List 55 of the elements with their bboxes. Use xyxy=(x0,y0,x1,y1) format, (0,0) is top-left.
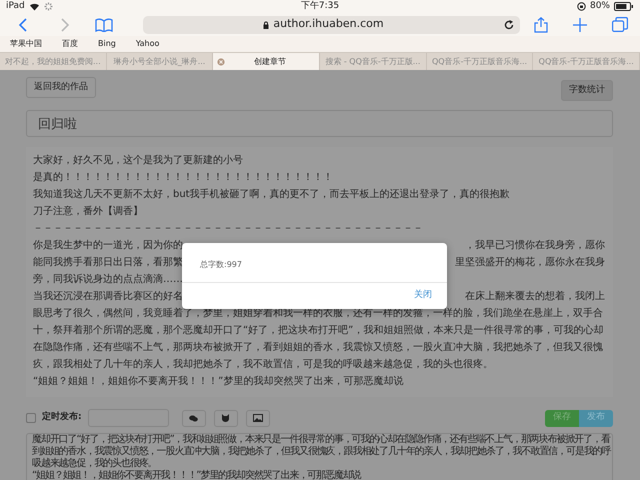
word-count-button[interactable]: 字数统计 xyxy=(561,80,613,101)
text-line: 在隐隐作痛，还有些喘不上气，那两块布被掀开了，看到姐姐的香水，我震惊又愤怒，一股火直冲大脑，我把她杀了，但我又很愧 xyxy=(33,340,604,355)
book-icon[interactable] xyxy=(95,18,113,32)
spinner-icon xyxy=(44,2,53,11)
text-line: “姐姐？姐姐！，姐姐你不要离开我！！！”梦里的我却突然哭了出来，可那恶魔却说 xyxy=(33,374,404,389)
text-line: －－－－－－－－－－－－－－－－－－－－－－－－－－－－－－－－－－－－－－－ xyxy=(33,222,424,236)
wifi-icon xyxy=(28,2,40,11)
text-line: 你是我生梦中的一道光，因为你的 xyxy=(33,238,183,253)
browser-tab[interactable]: 创建章节 xyxy=(213,53,320,70)
browser-tab[interactable]: QQ音乐-千万正版音乐海... xyxy=(533,53,640,70)
text-line: 里坚强盛开的梅花，愿你永在我身 xyxy=(455,256,605,270)
text-line: 刀子注意，番外【调香】 xyxy=(33,204,144,219)
text-line: 旁，同我诉说身边的点点滴滴…… xyxy=(33,272,184,287)
back-to-works-button[interactable]: 返回我的作品 xyxy=(26,77,96,98)
word-count-message: 总字数:997 xyxy=(199,259,243,271)
lock-icon xyxy=(263,20,270,28)
bookmark-link[interactable]: Bing xyxy=(98,38,116,50)
battery-percent: 80% xyxy=(590,0,610,13)
battery-icon xyxy=(614,2,634,11)
cat-button[interactable] xyxy=(214,410,238,426)
image-button[interactable] xyxy=(246,410,270,426)
bookmark-link[interactable]: Yahoo xyxy=(136,38,160,50)
text-line: 我知道我这几天不更新不太好，but我手机被砸了啊，真的更不了，而去平板上的还退出登录了，真的很抱歉 xyxy=(33,188,511,202)
text-line: 在床上翻来覆去的想着，我闭上 xyxy=(465,290,605,304)
bookmark-link[interactable]: 苹果中国 xyxy=(10,38,42,50)
plus-icon[interactable] xyxy=(573,18,587,32)
clock-time: 下午7:35 xyxy=(300,1,340,11)
share-icon[interactable] xyxy=(534,16,548,32)
comment-button[interactable] xyxy=(182,410,206,426)
back-icon[interactable] xyxy=(18,18,28,32)
text-line: 十，祭拜着那个所谓的恶魔，那个恶魔却开口了“好了，把这块布打开吧”，我和姐姐照做，本来只是一件很寻常的事，可我的心却 xyxy=(33,324,604,338)
title-field[interactable]: 回归啦 xyxy=(26,110,613,137)
text-line: 疚，跟我相处了几十年的亲人，我却把她杀了，我不敢置信，可是我的呼吸越来越急促，我的头也很疼。 xyxy=(33,358,494,372)
bookmark-link[interactable]: 百度 xyxy=(62,38,78,50)
tabs-icon[interactable] xyxy=(612,17,628,32)
text-line: 当我还沉浸在那调香比赛区的好名 xyxy=(33,290,183,304)
reload-icon[interactable] xyxy=(504,20,514,30)
rotation-lock-icon xyxy=(576,2,586,11)
close-icon[interactable] xyxy=(217,58,226,66)
chat-bubbles-icon xyxy=(189,414,198,422)
url-text: author.ihuaben.com xyxy=(273,16,384,32)
browser-tab[interactable]: 搜索 - QQ音乐-千万正版... xyxy=(320,53,427,70)
schedule-checkbox[interactable] xyxy=(26,413,36,423)
cat-face-icon xyxy=(221,414,230,422)
text-line: 是真的！！！！！！！！！！！！！！！！！！！！！！！！！！！ xyxy=(33,170,334,185)
browser-tab[interactable]: 对不起，我的姐姐免费阅... xyxy=(0,53,107,70)
text-line: 大家好，好久不见，这个是我为了更新建的小号 xyxy=(33,154,244,168)
device-name: iPad xyxy=(6,0,25,13)
text-line: ，我早已习惯你在我身旁，愿你 xyxy=(465,238,605,253)
text-line: 能同我携手看那日出日落，看那繁 xyxy=(33,256,183,270)
schedule-label: 定时发布: xyxy=(42,411,82,424)
picture-icon xyxy=(252,414,263,422)
browser-tab[interactable]: QQ音乐-千万正版音乐海... xyxy=(426,53,534,70)
address-bar[interactable]: author.ihuaben.com xyxy=(143,16,520,34)
close-link[interactable]: 关闭 xyxy=(414,289,432,303)
